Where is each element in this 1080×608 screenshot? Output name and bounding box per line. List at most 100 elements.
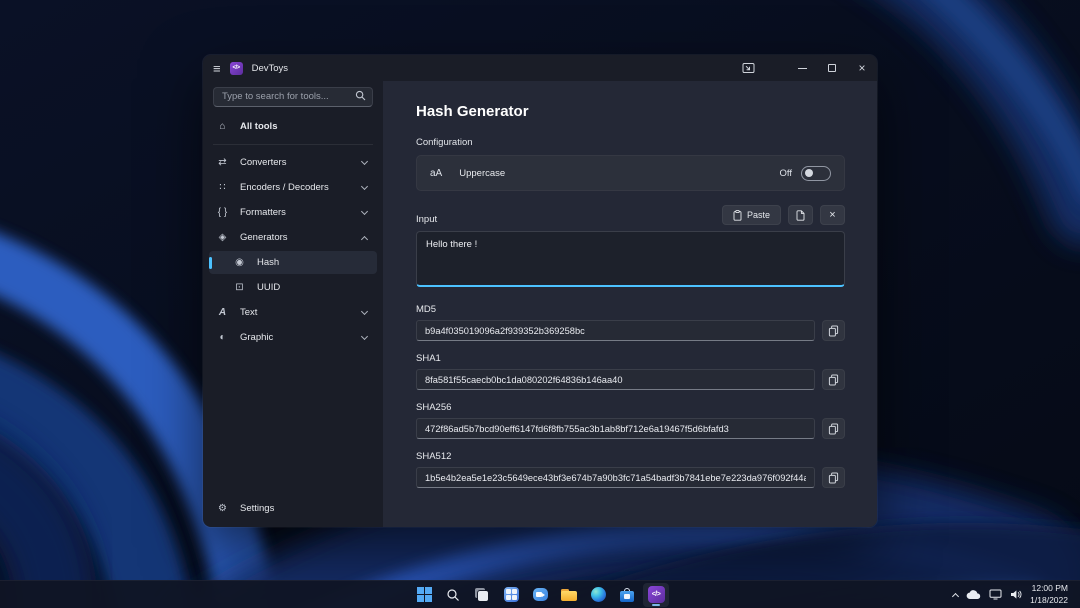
- titlebar: ≡ </> DevToys ×: [203, 55, 877, 81]
- configuration-label: Configuration: [416, 137, 845, 148]
- page-title: Hash Generator: [416, 103, 845, 120]
- sidebar-item-graphic[interactable]: ◐ Graphic: [209, 326, 377, 349]
- sidebar-item-label: Hash: [257, 257, 370, 268]
- devtoys-window: ≡ </> DevToys ×: [203, 55, 877, 527]
- md5-label: MD5: [416, 304, 845, 315]
- minimize-button[interactable]: [787, 55, 817, 81]
- taskbar-clock[interactable]: 12:00 PM 1/18/2022: [1030, 583, 1068, 606]
- chevron-down-icon: [361, 208, 368, 215]
- converters-icon: ⇄: [216, 157, 229, 168]
- input-label: Input: [416, 214, 437, 225]
- sha1-label: SHA1: [416, 353, 845, 364]
- maximize-icon: [828, 64, 836, 72]
- copy-icon: [828, 325, 839, 337]
- task-view-button[interactable]: [469, 583, 495, 607]
- sidebar-item-label: Converters: [240, 157, 351, 168]
- tray-date: 1/18/2022: [1030, 595, 1068, 606]
- chevron-down-icon: [361, 158, 368, 165]
- toggle-knob: [805, 169, 813, 177]
- network-tray-button[interactable]: [989, 589, 1002, 600]
- close-button[interactable]: ×: [847, 55, 877, 81]
- sidebar-item-text[interactable]: A Text: [209, 301, 377, 324]
- sha512-output-field[interactable]: [416, 467, 815, 488]
- sidebar-item-converters[interactable]: ⇄ Converters: [209, 151, 377, 174]
- search-input[interactable]: [213, 87, 373, 107]
- compact-overlay-icon: [742, 62, 755, 74]
- sidebar: ⌂ All tools ⇄ Converters ∷ Encoders / De…: [203, 81, 383, 527]
- sidebar-item-label: Text: [240, 307, 351, 318]
- sha256-row: [416, 418, 845, 439]
- uppercase-toggle[interactable]: [801, 166, 831, 181]
- widgets-icon: [504, 587, 519, 602]
- onedrive-tray-button[interactable]: [966, 590, 981, 600]
- sidebar-item-uuid[interactable]: ⊡ UUID: [209, 276, 377, 299]
- sidebar-item-label: Generators: [240, 232, 351, 243]
- sidebar-item-encoders-decoders[interactable]: ∷ Encoders / Decoders: [209, 176, 377, 199]
- sha512-copy-button[interactable]: [822, 467, 845, 488]
- desktop: ≡ </> DevToys ×: [0, 0, 1080, 608]
- file-explorer-button[interactable]: [556, 583, 582, 607]
- sha1-copy-button[interactable]: [822, 369, 845, 390]
- md5-row: [416, 320, 845, 341]
- edge-button[interactable]: [585, 583, 611, 607]
- md5-output-field[interactable]: [416, 320, 815, 341]
- tray-overflow-button[interactable]: [953, 591, 958, 599]
- volume-tray-button[interactable]: [1010, 589, 1022, 600]
- uppercase-label: Uppercase: [459, 168, 505, 179]
- task-view-icon-front: [478, 591, 488, 601]
- devtoys-taskbar-button[interactable]: </>: [643, 583, 669, 607]
- windows-logo-icon: [417, 587, 432, 602]
- widgets-button[interactable]: [498, 583, 524, 607]
- devtoys-logo-icon: </>: [230, 62, 243, 75]
- generators-icon: ◈: [216, 232, 229, 243]
- hash-generator-page: Hash Generator Configuration aA Uppercas…: [383, 81, 877, 527]
- sidebar-item-all-tools[interactable]: ⌂ All tools: [209, 115, 377, 138]
- taskbar: </> 12:00 PM: [0, 580, 1080, 608]
- home-icon: ⌂: [216, 121, 229, 132]
- cloud-icon: [966, 590, 981, 600]
- sidebar-item-formatters[interactable]: { } Formatters: [209, 201, 377, 224]
- text-icon: A: [216, 307, 229, 318]
- open-file-button[interactable]: [788, 205, 813, 225]
- chevron-up-icon: [361, 235, 368, 242]
- uppercase-icon: aA: [430, 168, 442, 179]
- chat-icon: [533, 588, 548, 601]
- store-button[interactable]: [614, 583, 640, 607]
- md5-copy-button[interactable]: [822, 320, 845, 341]
- sha512-row: [416, 467, 845, 488]
- tray-time: 12:00 PM: [1030, 583, 1068, 594]
- sidebar-item-label: All tools: [240, 121, 370, 132]
- chevron-down-icon: [361, 183, 368, 190]
- compact-overlay-button[interactable]: [733, 55, 763, 81]
- search-icon: [446, 588, 460, 602]
- clear-input-button[interactable]: ×: [820, 205, 845, 225]
- sha256-output-field[interactable]: [416, 418, 815, 439]
- paste-icon: [733, 210, 742, 221]
- maximize-button[interactable]: [817, 55, 847, 81]
- copy-icon: [828, 423, 839, 435]
- clear-icon: ×: [829, 210, 835, 221]
- chat-button[interactable]: [527, 583, 553, 607]
- start-button[interactable]: [411, 583, 437, 607]
- copy-icon: [828, 472, 839, 484]
- uppercase-setting-card: aA Uppercase Off: [416, 155, 845, 191]
- sidebar-item-settings[interactable]: ⚙ Settings: [209, 497, 377, 520]
- sha1-output-field[interactable]: [416, 369, 815, 390]
- taskbar-search-button[interactable]: [440, 583, 466, 607]
- search-icon: [355, 90, 366, 101]
- sha256-copy-button[interactable]: [822, 418, 845, 439]
- speaker-icon: [1010, 589, 1022, 600]
- hash-icon: ◉: [233, 257, 246, 268]
- hash-input-textarea[interactable]: Hello there !: [416, 231, 845, 287]
- edge-icon: [591, 587, 606, 602]
- sidebar-item-hash[interactable]: ◉ Hash: [209, 251, 377, 274]
- paste-button[interactable]: Paste: [722, 205, 781, 225]
- hamburger-menu-icon[interactable]: ≡: [213, 62, 221, 75]
- gear-icon: ⚙: [216, 503, 229, 514]
- sidebar-item-label: Graphic: [240, 332, 351, 343]
- close-icon: ×: [858, 62, 865, 74]
- folder-icon: [561, 589, 577, 601]
- sidebar-item-generators[interactable]: ◈ Generators: [209, 226, 377, 249]
- chevron-down-icon: [361, 333, 368, 340]
- sidebar-spacer: [203, 350, 383, 496]
